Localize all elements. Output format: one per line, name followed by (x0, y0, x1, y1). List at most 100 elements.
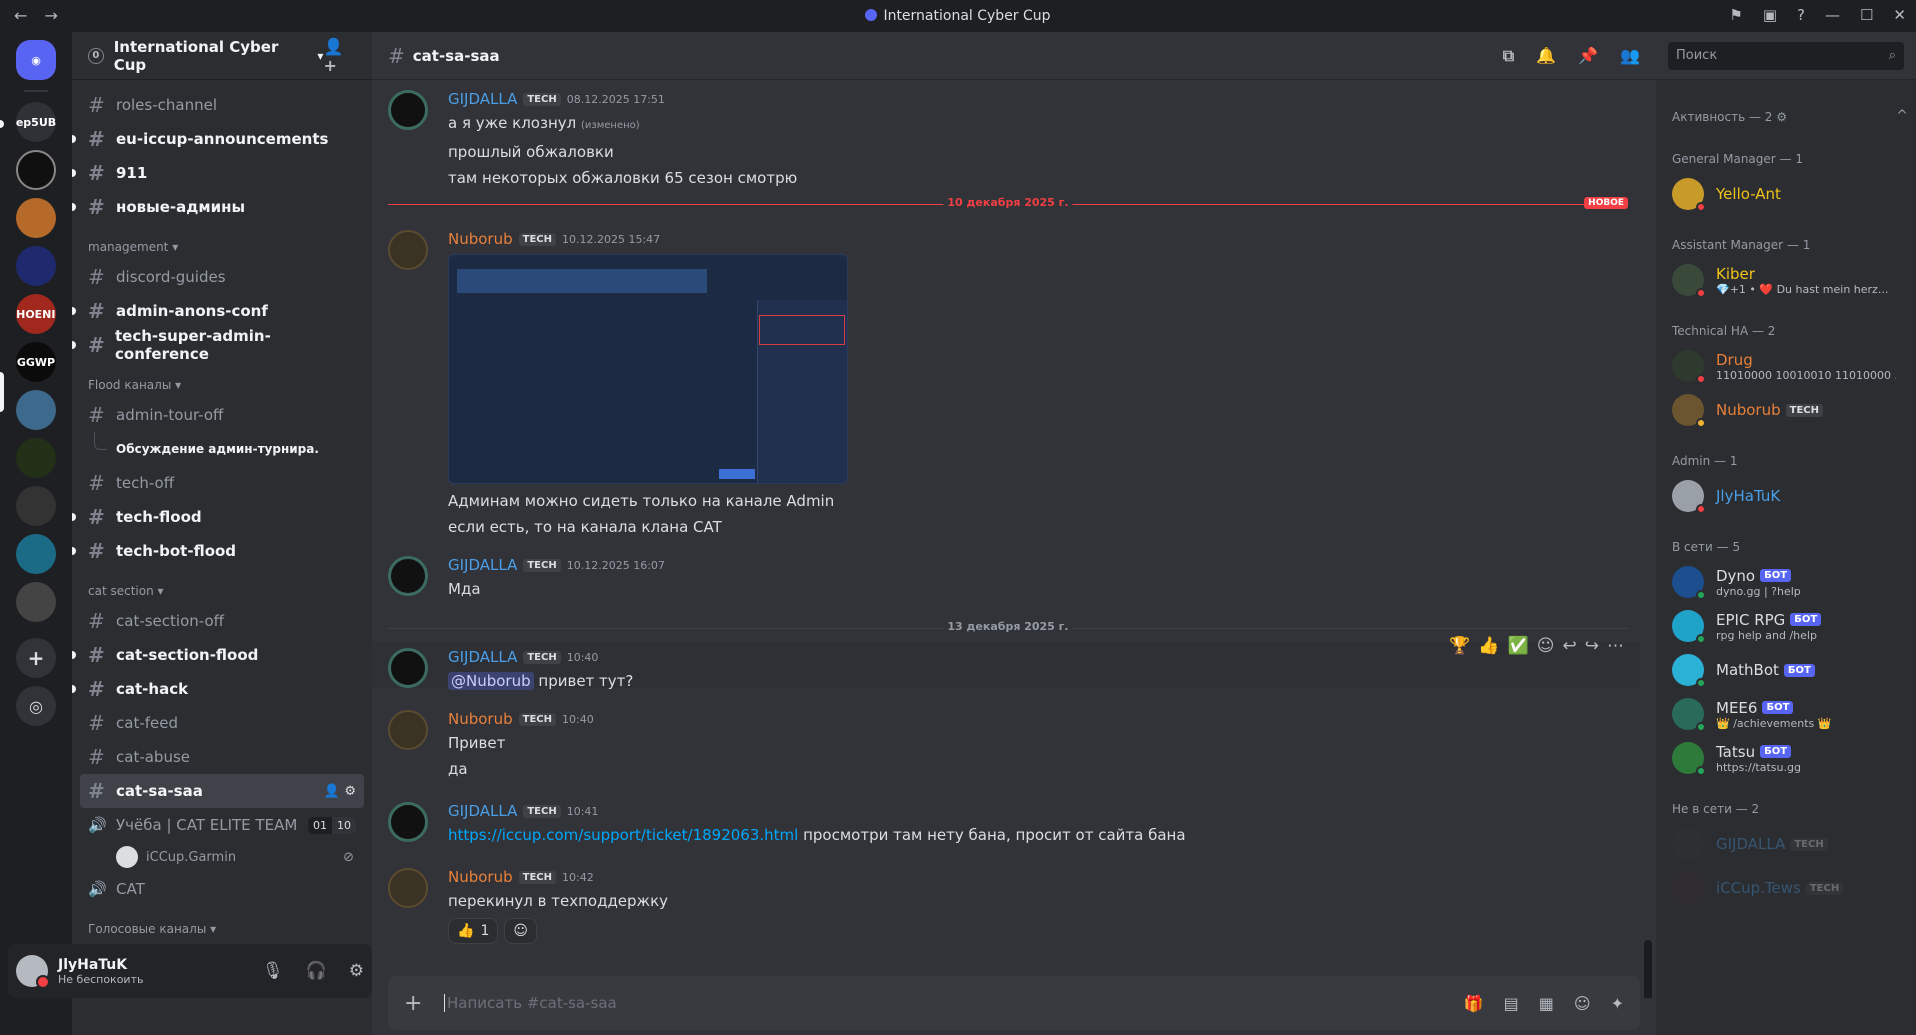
headphones-icon[interactable]: 🎧 (306, 961, 327, 981)
message[interactable]: GIJDALLA TECH 10.12.2025 16:07 Мда (372, 554, 1640, 602)
search-input[interactable]: Поиск ⌕ (1668, 41, 1904, 70)
avatar[interactable] (388, 90, 428, 130)
more-icon[interactable]: ⋯ (1607, 636, 1624, 656)
sticker-icon[interactable]: ▦ (1539, 994, 1554, 1013)
scrollbar[interactable] (1644, 940, 1652, 998)
member-item[interactable]: Dyno БОТ dyno.gg | ?help (1668, 560, 1908, 604)
avatar[interactable] (388, 556, 428, 596)
server-icon[interactable] (16, 246, 56, 286)
voice-user[interactable]: iCCup.Garmin ⊘ (80, 842, 364, 872)
message[interactable]: Nuborub TECH 10:42 перекинул в техподдержк… (372, 866, 1640, 944)
server-header[interactable]: 0 International Cyber Cup ▾ 👤+ (72, 32, 372, 80)
pin-icon[interactable]: 📌 (1578, 46, 1598, 66)
avatar[interactable] (16, 955, 50, 989)
channel-tech-bot-flood[interactable]: # tech-bot-flood (72, 534, 364, 568)
author-name[interactable]: GIJDALLA (448, 90, 517, 108)
channel-tech-off[interactable]: # tech-off (80, 466, 364, 500)
members-icon[interactable]: 👥 (1620, 46, 1640, 66)
server-icon[interactable]: PHOENIX (16, 294, 56, 334)
server-icon-active[interactable] (16, 390, 56, 430)
message[interactable]: Nuborub TECH 10.12.2025 15:47 Админам можн… (372, 228, 1640, 540)
server-icon[interactable] (16, 486, 56, 526)
server-icon[interactable] (16, 582, 56, 622)
member-item[interactable]: Kiber 💎+1 • ❤️ Du hast mein herz... (1668, 258, 1908, 302)
discover-icon[interactable]: ◎ (16, 686, 56, 726)
category-voice[interactable]: Голосовые каналы ▾ (80, 906, 364, 942)
gif-icon[interactable]: ▤ (1504, 994, 1519, 1013)
category-management[interactable]: management ▾ (80, 224, 364, 260)
member-item[interactable]: Tatsu БОТ https://tatsu.gg (1668, 736, 1908, 780)
discord-home-icon[interactable]: ◉ (16, 40, 56, 80)
flag-icon[interactable]: ⚑ (1729, 6, 1742, 24)
add-server-icon[interactable]: + (16, 638, 56, 678)
add-reaction-button[interactable]: ☺ (504, 918, 537, 944)
message[interactable]: GIJDALLA TECH 10:40 @Nuborub привет тут? 🏆… (372, 636, 1640, 690)
apps-icon[interactable]: ✦ (1611, 994, 1624, 1013)
invite-icon[interactable]: 👤 (324, 784, 340, 799)
channel-discord-guides[interactable]: # discord-guides (80, 260, 364, 294)
message[interactable]: GIJDALLA TECH 08.12.2025 17:51 а я уже кло… (372, 88, 1640, 191)
avatar[interactable] (388, 710, 428, 750)
ticket-link[interactable]: https://iccup.com/support/ticket/1892063… (448, 826, 798, 844)
author-name[interactable]: GIJDALLA (448, 556, 517, 574)
activity-header[interactable]: Активность — 2 ⚙ ^ (1672, 88, 1908, 130)
message-input[interactable]: Написать #cat-sa-saa (444, 994, 617, 1012)
voice-channel-study[interactable]: 🔊 Учёба | CAT ELITE TEAM 01 10 (80, 808, 364, 842)
channel-cat-abuse[interactable]: # cat-abuse (80, 740, 364, 774)
forward-icon[interactable]: ↪ (1585, 636, 1599, 656)
voice-channel-cat[interactable]: 🔊 CAT (80, 872, 364, 906)
user-mention[interactable]: @Nuborub (448, 672, 534, 690)
maximize-icon[interactable]: ☐ (1860, 6, 1873, 24)
avatar[interactable] (388, 648, 428, 688)
member-item[interactable]: MEE6 БОТ 👑 /achievements 👑 (1668, 692, 1908, 736)
server-icon[interactable] (16, 534, 56, 574)
server-icon[interactable]: GGWP (16, 342, 56, 382)
check-icon[interactable]: ✅ (1508, 636, 1529, 656)
attach-plus-icon[interactable]: + (404, 991, 444, 1016)
channel-cat-section-flood[interactable]: # cat-section-flood (72, 638, 364, 672)
author-name[interactable]: GIJDALLA (448, 802, 517, 820)
server-icon[interactable]: ep5UB (16, 102, 56, 142)
member-item[interactable]: JlyHaTuK (1668, 474, 1908, 518)
channel-admin-tour-off[interactable]: # admin-tour-off (80, 398, 364, 432)
author-name[interactable]: Nuborub (448, 710, 513, 728)
chevron-up-icon[interactable]: ^ (1896, 108, 1908, 124)
gear-icon[interactable]: ⚙ (344, 784, 356, 799)
message[interactable]: GIJDALLA TECH 10:41 https://iccup.com/supp… (372, 800, 1640, 848)
avatar[interactable] (388, 230, 428, 270)
message[interactable]: Nuborub TECH 10:40 Привет да (372, 708, 1640, 782)
server-icon[interactable] (16, 438, 56, 478)
member-item[interactable]: EPIC RPG БОТ rpg help and /help (1668, 604, 1908, 648)
avatar[interactable] (388, 802, 428, 842)
image-attachment[interactable] (448, 254, 848, 484)
server-icon[interactable] (16, 150, 56, 190)
thumbs-up-icon[interactable]: 👍 (1478, 636, 1499, 656)
thread-admin-tournament[interactable]: Обсуждение админ-турнира. (80, 432, 364, 466)
channel-cat-sa-saa[interactable]: # cat-sa-saa 👤 ⚙ (80, 774, 364, 808)
channel-tech-flood[interactable]: # tech-flood (72, 500, 364, 534)
microphone-icon[interactable]: 🎙 (262, 961, 284, 981)
author-name[interactable]: Nuborub (448, 868, 513, 886)
channel-eu-iccup-announcements[interactable]: # eu-iccup-announcements (72, 122, 364, 156)
invite-people-icon[interactable]: 👤+ (323, 37, 356, 75)
channel-cat-feed[interactable]: # cat-feed (80, 706, 364, 740)
message-composer[interactable]: + Написать #cat-sa-saa 🎁 ▤ ▦ ☺ ✦ (388, 976, 1640, 1030)
minimize-icon[interactable]: — (1825, 6, 1840, 24)
channel-admin-anons-conf[interactable]: # admin-anons-conf (72, 294, 364, 328)
reaction-thumbs-up[interactable]: 👍 1 (448, 918, 499, 944)
member-item[interactable]: GIJDALLA TECH (1668, 822, 1908, 866)
member-item[interactable]: MathBot БОТ (1668, 648, 1908, 692)
gift-icon[interactable]: 🎁 (1464, 994, 1484, 1013)
reply-icon[interactable]: ↩ (1563, 636, 1577, 656)
member-item[interactable]: Drug 11010000 10010010 11010000 ... (1668, 344, 1908, 388)
member-item[interactable]: Nuborub TECH (1668, 388, 1908, 432)
add-reaction-icon[interactable]: ☺ (1537, 636, 1555, 656)
inbox-icon[interactable]: ▣ (1763, 6, 1777, 24)
author-name[interactable]: GIJDALLA (448, 648, 517, 666)
channel-new-admins[interactable]: # новые-админы (72, 190, 364, 224)
channel-roles-channel[interactable]: # roles-channel (80, 88, 364, 122)
channel-cat-section-off[interactable]: # cat-section-off (80, 604, 364, 638)
bell-icon[interactable]: 🔔 (1536, 46, 1556, 66)
author-name[interactable]: Nuborub (448, 230, 513, 248)
server-icon[interactable] (16, 198, 56, 238)
